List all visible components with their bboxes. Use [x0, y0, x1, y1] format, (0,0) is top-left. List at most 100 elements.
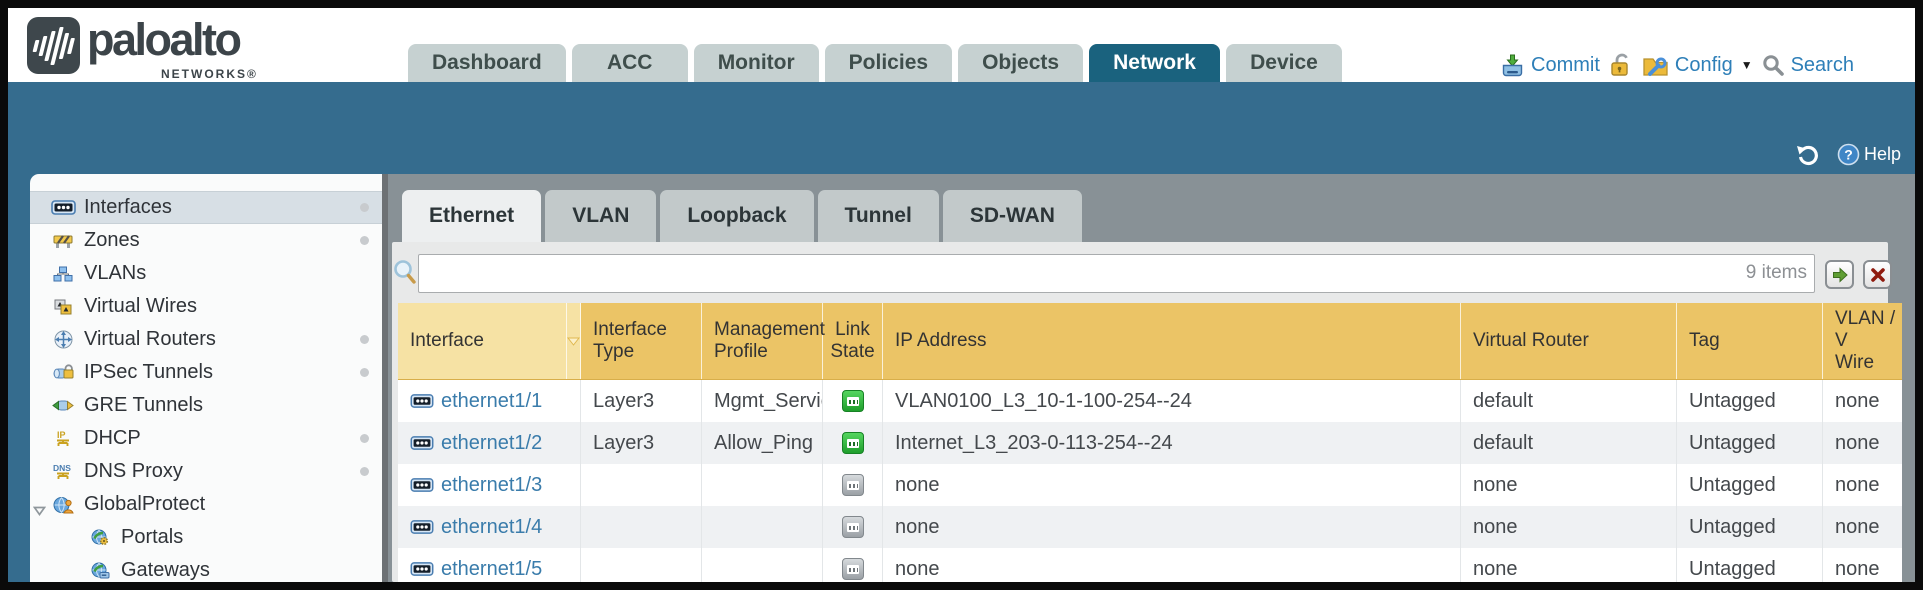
column-header-tag[interactable]: Tag: [1677, 303, 1823, 379]
sidebar-item-dhcp[interactable]: IP DHCP: [30, 422, 382, 455]
tab-sdwan[interactable]: SD-WAN: [943, 190, 1082, 242]
sidebar-item-label: Virtual Wires: [84, 295, 197, 318]
cell-tag: Untagged: [1677, 422, 1823, 464]
table-header-row: Interface Interface Type Management Prof…: [398, 303, 1902, 380]
interface-link[interactable]: ethernet1/1: [410, 390, 542, 413]
portals-icon: [87, 529, 113, 546]
tab-loopback[interactable]: Loopback: [660, 190, 813, 242]
cell-tag: Untagged: [1677, 380, 1823, 422]
expand-arrow-icon[interactable]: [33, 499, 46, 522]
interface-link[interactable]: ethernet1/2: [410, 432, 542, 455]
cell-ip-address: none: [883, 464, 1461, 506]
tab-acc[interactable]: ACC: [572, 44, 688, 82]
column-header-management-profile[interactable]: Management Profile: [702, 303, 823, 379]
link-state-icon: [842, 432, 864, 454]
cell-ip-address: VLAN0100_L3_10-1-100-254--24: [883, 380, 1461, 422]
sidebar-item-vlans[interactable]: VLANs: [30, 257, 382, 290]
table-row[interactable]: ethernet1/5 none none Untagged none: [398, 548, 1902, 582]
sort-indicator-icon[interactable]: [567, 303, 581, 379]
cell-vlan-wire: none: [1823, 422, 1902, 464]
sidebar-item-virtual-routers[interactable]: Virtual Routers: [30, 323, 382, 356]
link-state-icon: [842, 516, 864, 538]
interface-link[interactable]: ethernet1/3: [410, 474, 542, 497]
clear-filter-button[interactable]: [1863, 260, 1892, 289]
cell-management-profile: Mgmt_Services: [702, 380, 823, 422]
commit-button[interactable]: Commit: [1500, 54, 1600, 77]
tab-policies[interactable]: Policies: [825, 44, 952, 82]
column-header-link-state[interactable]: Link State: [823, 303, 883, 379]
status-bar: ? Help: [1795, 143, 1901, 166]
svg-text:DNS: DNS: [53, 463, 71, 473]
ipsec-tunnels-icon: [50, 364, 76, 381]
column-header-interface[interactable]: Interface: [398, 303, 567, 379]
sidebar-item-gateways[interactable]: Gateways: [30, 554, 382, 582]
help-label: Help: [1864, 144, 1901, 165]
column-header-interface-type[interactable]: Interface Type: [581, 303, 702, 379]
sidebar-item-dns-proxy[interactable]: DNS DNS Proxy: [30, 455, 382, 488]
column-header-virtual-router[interactable]: Virtual Router: [1461, 303, 1677, 379]
cell-tag: Untagged: [1677, 548, 1823, 582]
dns-proxy-icon: DNS: [50, 463, 76, 481]
config-button[interactable]: Config ▼: [1642, 54, 1753, 77]
table-row[interactable]: ethernet1/2 Layer3 Allow_Ping Internet_L…: [398, 422, 1902, 464]
help-button[interactable]: ? Help: [1837, 143, 1901, 166]
search-label: Search: [1791, 54, 1854, 77]
zones-icon: [50, 233, 76, 249]
sidebar-item-portals[interactable]: Portals: [30, 521, 382, 554]
sidebar-item-globalprotect[interactable]: GlobalProtect: [30, 488, 382, 521]
apply-filter-button[interactable]: [1825, 260, 1854, 289]
sidebar-item-label: GRE Tunnels: [84, 394, 203, 417]
table-row[interactable]: ethernet1/4 none none Untagged none: [398, 506, 1902, 548]
interface-link[interactable]: ethernet1/4: [410, 516, 542, 539]
cell-virtual-router: none: [1461, 506, 1677, 548]
help-icon: ?: [1837, 143, 1860, 166]
tab-objects[interactable]: Objects: [958, 44, 1083, 82]
column-header-vlan-wire[interactable]: VLAN / VWire: [1823, 303, 1902, 379]
sidebar-item-interfaces[interactable]: Interfaces: [30, 191, 382, 224]
cell-vlan-wire: none: [1823, 506, 1902, 548]
cell-tag: Untagged: [1677, 464, 1823, 506]
interfaces-table: Interface Interface Type Management Prof…: [398, 303, 1902, 582]
tab-tunnel[interactable]: Tunnel: [818, 190, 939, 242]
vlans-icon: [50, 266, 76, 282]
sidebar-item-ipsec-tunnels[interactable]: IPSec Tunnels: [30, 356, 382, 389]
virtual-routers-icon: [50, 330, 76, 349]
sidebar-item-label: GlobalProtect: [84, 493, 205, 516]
filter-input[interactable]: [418, 254, 1815, 293]
column-header-ip-address[interactable]: IP Address: [883, 303, 1461, 379]
sidebar-item-label: Interfaces: [84, 196, 172, 219]
table-row[interactable]: ethernet1/3 none none Untagged none: [398, 464, 1902, 506]
sidebar-item-zones[interactable]: Zones: [30, 224, 382, 257]
search-button[interactable]: Search: [1762, 54, 1854, 77]
sidebar-item-label: Gateways: [121, 559, 210, 582]
table-row[interactable]: ethernet1/1 Layer3 Mgmt_Services VLAN010…: [398, 380, 1902, 422]
cell-virtual-router: none: [1461, 464, 1677, 506]
brand-name: paloalto: [87, 14, 240, 66]
interface-link[interactable]: ethernet1/5: [410, 558, 542, 581]
tab-ethernet[interactable]: Ethernet: [402, 190, 541, 242]
cell-virtual-router: none: [1461, 548, 1677, 582]
green-arrow-icon: [1831, 266, 1849, 284]
tab-dashboard[interactable]: Dashboard: [408, 44, 566, 82]
cell-ip-address: Internet_L3_203-0-113-254--24: [883, 422, 1461, 464]
lock-icon[interactable]: [1609, 52, 1633, 78]
content-area: Interfaces Zones VLANs Virtual Wires Vir…: [8, 174, 1915, 582]
refresh-button[interactable]: [1795, 144, 1821, 166]
cell-management-profile: [702, 464, 823, 506]
svg-text:IP: IP: [57, 430, 66, 440]
tab-network[interactable]: Network: [1089, 44, 1220, 82]
sidebar-item-virtual-wires[interactable]: Virtual Wires: [30, 290, 382, 323]
cell-management-profile: [702, 506, 823, 548]
cell-interface-type: [581, 506, 702, 548]
svg-text:?: ?: [1844, 147, 1853, 163]
tab-device[interactable]: Device: [1226, 44, 1342, 82]
interface-icon: [410, 520, 434, 534]
app-window: paloalto NETWORKS® Dashboard ACC Monitor…: [0, 0, 1923, 590]
tab-monitor[interactable]: Monitor: [694, 44, 819, 82]
commit-icon: [1500, 54, 1525, 77]
cell-ip-address: none: [883, 548, 1461, 582]
header-actions: Commit Config ▼ Search: [1500, 50, 1854, 80]
sidebar-item-gre-tunnels[interactable]: GRE Tunnels: [30, 389, 382, 422]
sidebar-item-label: IPSec Tunnels: [84, 361, 213, 384]
tab-vlan[interactable]: VLAN: [545, 190, 656, 242]
